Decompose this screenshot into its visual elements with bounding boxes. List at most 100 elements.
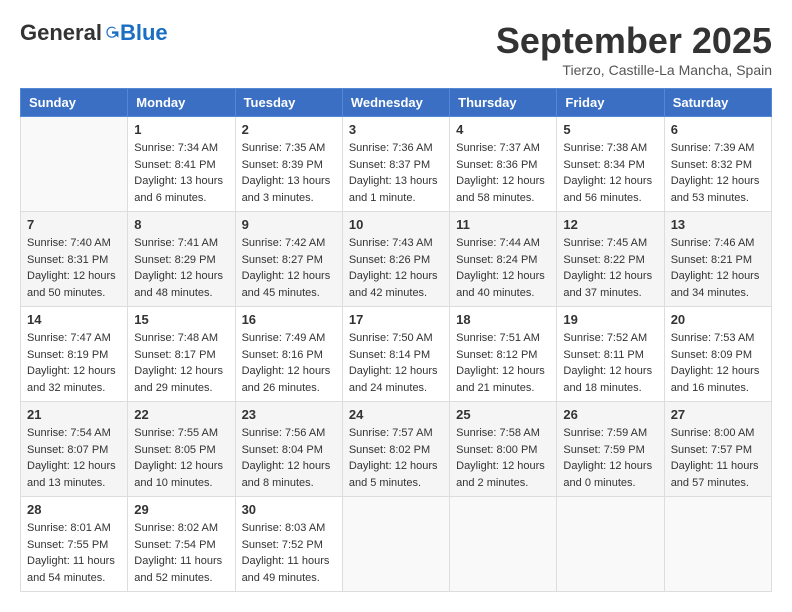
day-info: Sunrise: 7:38 AMSunset: 8:34 PMDaylight:… — [563, 140, 657, 206]
table-row: 25 Sunrise: 7:58 AMSunset: 8:00 PMDayligh… — [450, 402, 557, 497]
calendar-week-row: 7Sunrise: 7:40 AMSunset: 8:31 PMDaylight… — [21, 212, 772, 307]
day-info: Sunrise: 7:58 AMSunset: 8:00 PMDaylight:… — [456, 425, 550, 491]
table-row: 7Sunrise: 7:40 AMSunset: 8:31 PMDaylight… — [21, 212, 128, 307]
table-row: 28 Sunrise: 8:01 AMSunset: 7:55 PMDayligh… — [21, 497, 128, 592]
day-number: 13 — [671, 217, 765, 232]
table-row: 10 Sunrise: 7:43 AMSunset: 8:26 PMDayligh… — [342, 212, 449, 307]
day-info: Sunrise: 7:46 AMSunset: 8:21 PMDaylight:… — [671, 235, 765, 301]
day-info: Sunrise: 7:55 AMSunset: 8:05 PMDaylight:… — [134, 425, 228, 491]
weekday-header-sunday: Sunday — [21, 89, 128, 117]
calendar-week-row: 1Sunrise: 7:34 AMSunset: 8:41 PMDaylight… — [21, 117, 772, 212]
day-number: 28 — [27, 502, 121, 517]
day-info: Sunrise: 7:40 AMSunset: 8:31 PMDaylight:… — [27, 235, 121, 301]
day-number: 4 — [456, 122, 550, 137]
calendar-week-row: 28 Sunrise: 8:01 AMSunset: 7:55 PMDayligh… — [21, 497, 772, 592]
table-row: 21 Sunrise: 7:54 AMSunset: 8:07 PMDayligh… — [21, 402, 128, 497]
day-info: Sunrise: 8:02 AMSunset: 7:54 PMDaylight:… — [134, 520, 228, 586]
day-number: 2 — [242, 122, 336, 137]
day-info: Sunrise: 7:42 AMSunset: 8:27 PMDaylight:… — [242, 235, 336, 301]
day-info: Sunrise: 7:54 AMSunset: 8:07 PMDaylight:… — [27, 425, 121, 491]
logo: General Blue — [20, 20, 168, 46]
day-number: 19 — [563, 312, 657, 327]
day-info: Sunrise: 7:59 AMSunset: 7:59 PMDaylight:… — [563, 425, 657, 491]
table-row: 15Sunrise: 7:48 AMSunset: 8:17 PMDayligh… — [128, 307, 235, 402]
day-number: 1 — [134, 122, 228, 137]
table-row: 17 Sunrise: 7:50 AMSunset: 8:14 PMDayligh… — [342, 307, 449, 402]
day-number: 22 — [134, 407, 228, 422]
table-row: 8Sunrise: 7:41 AMSunset: 8:29 PMDaylight… — [128, 212, 235, 307]
day-number: 18 — [456, 312, 550, 327]
day-info: Sunrise: 7:56 AMSunset: 8:04 PMDaylight:… — [242, 425, 336, 491]
day-number: 10 — [349, 217, 443, 232]
logo-blue-text: Blue — [120, 20, 168, 46]
day-number: 21 — [27, 407, 121, 422]
table-row: 6 Sunrise: 7:39 AMSunset: 8:32 PMDaylight… — [664, 117, 771, 212]
weekday-header-row: SundayMondayTuesdayWednesdayThursdayFrid… — [21, 89, 772, 117]
day-info: Sunrise: 7:51 AMSunset: 8:12 PMDaylight:… — [456, 330, 550, 396]
table-row: 11Sunrise: 7:44 AMSunset: 8:24 PMDayligh… — [450, 212, 557, 307]
day-number: 27 — [671, 407, 765, 422]
day-number: 25 — [456, 407, 550, 422]
table-row: 14 Sunrise: 7:47 AMSunset: 8:19 PMDayligh… — [21, 307, 128, 402]
day-info: Sunrise: 7:49 AMSunset: 8:16 PMDaylight:… — [242, 330, 336, 396]
calendar: SundayMondayTuesdayWednesdayThursdayFrid… — [20, 88, 772, 592]
logo-general-text: General — [20, 20, 102, 46]
table-row: 18 Sunrise: 7:51 AMSunset: 8:12 PMDayligh… — [450, 307, 557, 402]
table-row — [450, 497, 557, 592]
day-number: 15 — [134, 312, 228, 327]
weekday-header-monday: Monday — [128, 89, 235, 117]
logo-icon — [104, 25, 120, 41]
day-info: Sunrise: 8:01 AMSunset: 7:55 PMDaylight:… — [27, 520, 121, 586]
day-number: 14 — [27, 312, 121, 327]
day-number: 5 — [563, 122, 657, 137]
day-info: Sunrise: 7:39 AMSunset: 8:32 PMDaylight:… — [671, 140, 765, 206]
table-row — [664, 497, 771, 592]
weekday-header-saturday: Saturday — [664, 89, 771, 117]
day-info: Sunrise: 7:50 AMSunset: 8:14 PMDaylight:… — [349, 330, 443, 396]
day-info: Sunrise: 7:45 AMSunset: 8:22 PMDaylight:… — [563, 235, 657, 301]
table-row — [557, 497, 664, 592]
table-row: 22 Sunrise: 7:55 AMSunset: 8:05 PMDayligh… — [128, 402, 235, 497]
weekday-header-tuesday: Tuesday — [235, 89, 342, 117]
day-number: 30 — [242, 502, 336, 517]
day-number: 8 — [134, 217, 228, 232]
day-number: 24 — [349, 407, 443, 422]
day-number: 20 — [671, 312, 765, 327]
day-number: 29 — [134, 502, 228, 517]
day-info: Sunrise: 7:52 AMSunset: 8:11 PMDaylight:… — [563, 330, 657, 396]
table-row: 29 Sunrise: 8:02 AMSunset: 7:54 PMDayligh… — [128, 497, 235, 592]
table-row: 4 Sunrise: 7:37 AMSunset: 8:36 PMDaylight… — [450, 117, 557, 212]
day-info: Sunrise: 7:47 AMSunset: 8:19 PMDaylight:… — [27, 330, 121, 396]
day-info: Sunrise: 7:57 AMSunset: 8:02 PMDaylight:… — [349, 425, 443, 491]
table-row: 2Sunrise: 7:35 AMSunset: 8:39 PMDaylight… — [235, 117, 342, 212]
table-row: 12 Sunrise: 7:45 AMSunset: 8:22 PMDayligh… — [557, 212, 664, 307]
day-info: Sunrise: 8:03 AMSunset: 7:52 PMDaylight:… — [242, 520, 336, 586]
table-row: 9Sunrise: 7:42 AMSunset: 8:27 PMDaylight… — [235, 212, 342, 307]
month-title: September 2025 — [496, 20, 772, 62]
table-row: 13 Sunrise: 7:46 AMSunset: 8:21 PMDayligh… — [664, 212, 771, 307]
day-number: 26 — [563, 407, 657, 422]
day-number: 17 — [349, 312, 443, 327]
weekday-header-friday: Friday — [557, 89, 664, 117]
location-text: Tierzo, Castille-La Mancha, Spain — [496, 62, 772, 78]
table-row: 27 Sunrise: 8:00 AMSunset: 7:57 PMDayligh… — [664, 402, 771, 497]
day-number: 6 — [671, 122, 765, 137]
day-info: Sunrise: 7:53 AMSunset: 8:09 PMDaylight:… — [671, 330, 765, 396]
table-row: 19 Sunrise: 7:52 AMSunset: 8:11 PMDayligh… — [557, 307, 664, 402]
day-info: Sunrise: 7:36 AMSunset: 8:37 PMDaylight:… — [349, 140, 443, 206]
day-info: Sunrise: 7:37 AMSunset: 8:36 PMDaylight:… — [456, 140, 550, 206]
day-number: 16 — [242, 312, 336, 327]
day-number: 3 — [349, 122, 443, 137]
table-row: 23Sunrise: 7:56 AMSunset: 8:04 PMDayligh… — [235, 402, 342, 497]
day-info: Sunrise: 7:43 AMSunset: 8:26 PMDaylight:… — [349, 235, 443, 301]
day-info: Sunrise: 7:44 AMSunset: 8:24 PMDaylight:… — [456, 235, 550, 301]
table-row: 3 Sunrise: 7:36 AMSunset: 8:37 PMDaylight… — [342, 117, 449, 212]
day-info: Sunrise: 8:00 AMSunset: 7:57 PMDaylight:… — [671, 425, 765, 491]
table-row: 24 Sunrise: 7:57 AMSunset: 8:02 PMDayligh… — [342, 402, 449, 497]
day-number: 12 — [563, 217, 657, 232]
weekday-header-thursday: Thursday — [450, 89, 557, 117]
table-row: 20 Sunrise: 7:53 AMSunset: 8:09 PMDayligh… — [664, 307, 771, 402]
table-row: 1Sunrise: 7:34 AMSunset: 8:41 PMDaylight… — [128, 117, 235, 212]
title-block: September 2025 Tierzo, Castille-La Manch… — [496, 20, 772, 78]
table-row: 5 Sunrise: 7:38 AMSunset: 8:34 PMDaylight… — [557, 117, 664, 212]
